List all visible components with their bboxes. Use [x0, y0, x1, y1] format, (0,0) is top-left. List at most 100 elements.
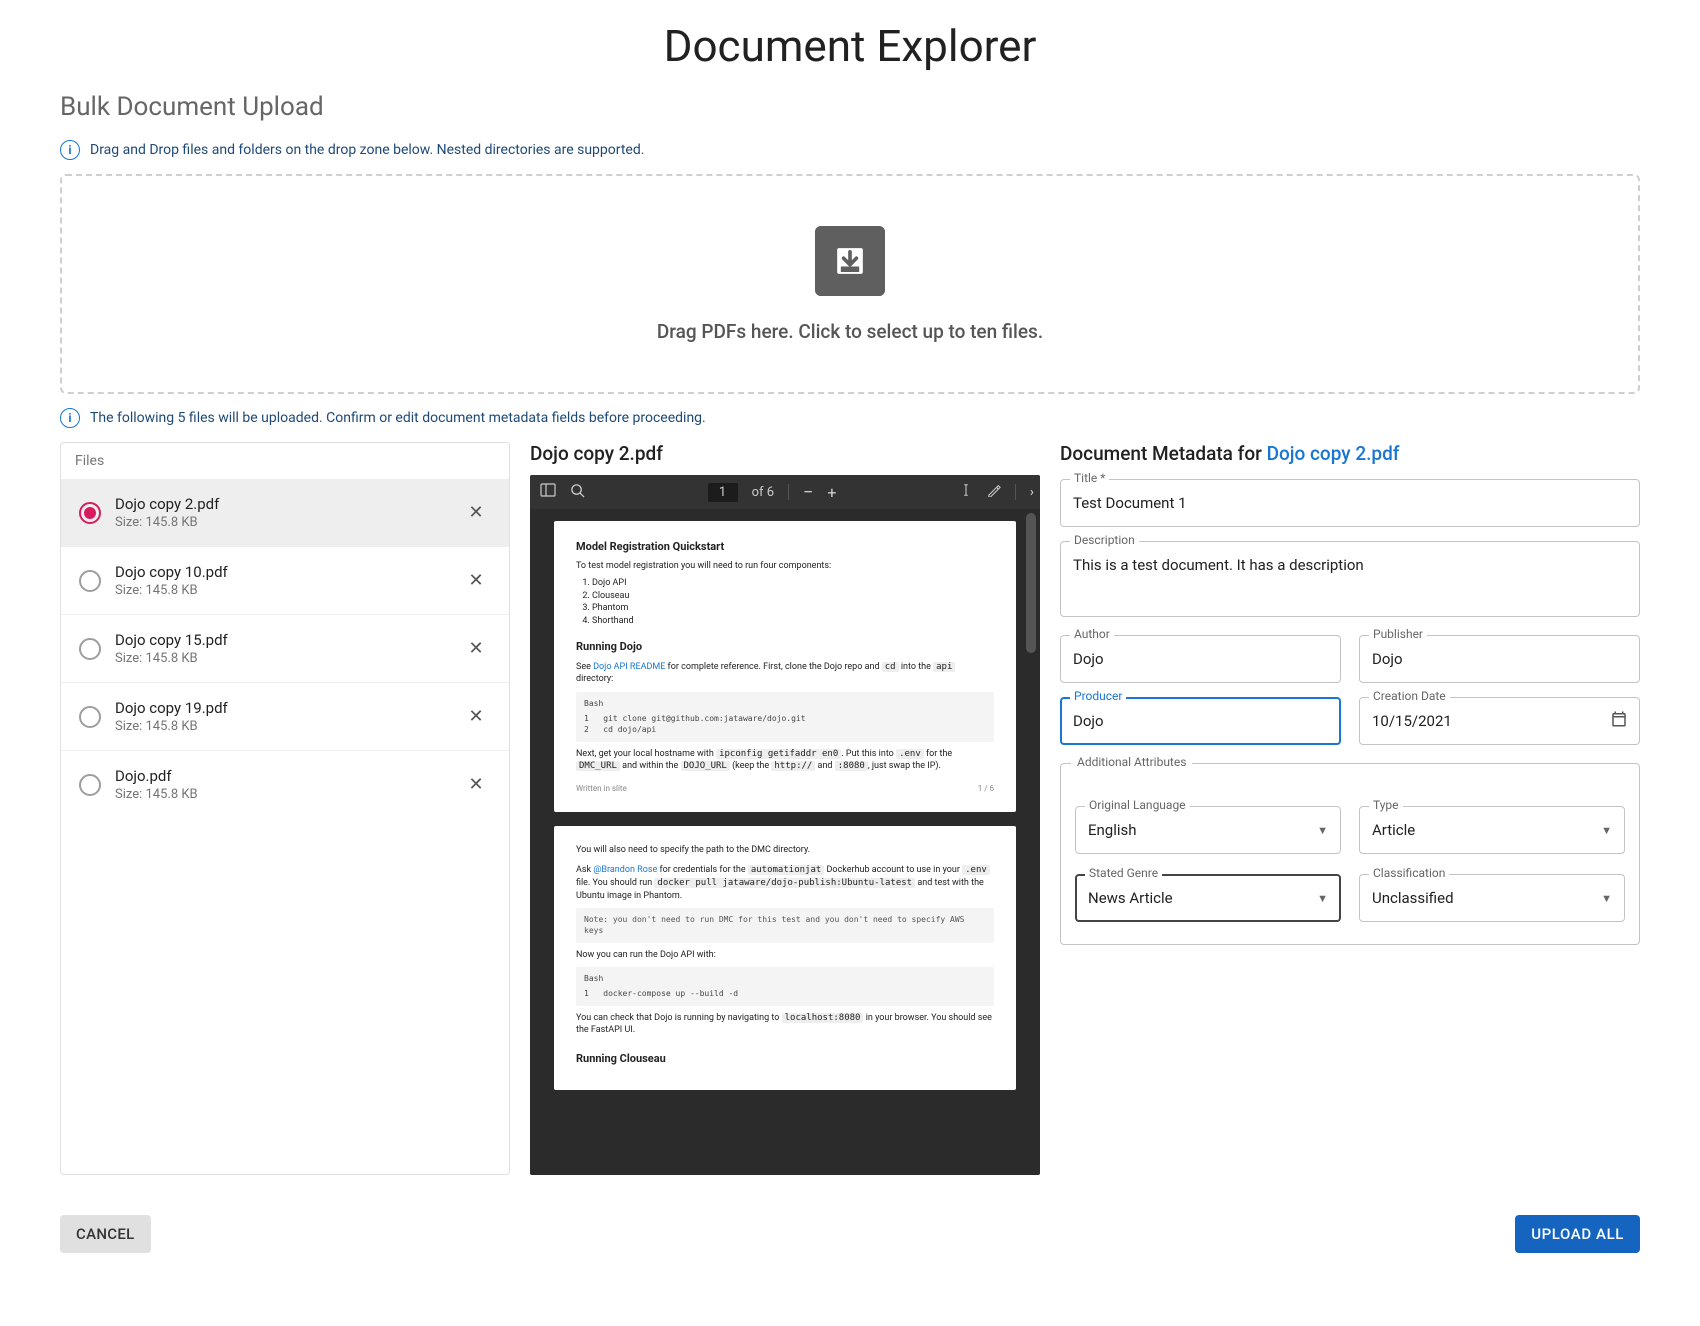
info-drag-drop-text: Drag and Drop files and folders on the d…	[90, 142, 644, 158]
publisher-input[interactable]	[1359, 635, 1640, 683]
pdf-page: You will also need to specify the path t…	[554, 826, 1016, 1090]
close-icon: ✕	[468, 570, 483, 590]
pdf-subheading: Running Dojo	[576, 639, 994, 654]
additional-attributes-label: Additional Attributes	[1071, 755, 1192, 769]
file-item[interactable]: Dojo copy 2.pdf Size: 145.8 KB ✕	[61, 479, 509, 547]
creation-date-label: Creation Date	[1369, 689, 1450, 703]
publisher-field-wrapper: Publisher	[1359, 635, 1640, 683]
metadata-filename-link[interactable]: Dojo copy 2.pdf	[1267, 442, 1400, 465]
pdf-toolbar: 1 of 6 − + ››	[530, 475, 1040, 509]
file-item[interactable]: Dojo.pdf Size: 145.8 KB ✕	[61, 751, 509, 818]
pdf-page: Model Registration Quickstart To test mo…	[554, 521, 1016, 812]
file-name: Dojo copy 19.pdf	[115, 699, 447, 717]
stated-genre-field-wrapper: Stated Genre News Article ▼	[1075, 874, 1341, 922]
note-block: Note: you don't need to run DMC for this…	[576, 908, 994, 942]
original-language-select[interactable]: English ▼	[1075, 806, 1341, 854]
page-title: Document Explorer	[60, 20, 1640, 72]
radio-icon[interactable]	[79, 502, 101, 524]
title-input[interactable]	[1060, 479, 1640, 527]
file-name: Dojo copy 2.pdf	[115, 495, 447, 513]
pdf-footer-right: 1 / 6	[978, 783, 994, 794]
pdf-mention: @Brandon Rose	[593, 865, 657, 875]
chevron-down-icon: ▼	[1317, 892, 1328, 905]
original-language-label: Original Language	[1085, 798, 1190, 812]
publisher-label: Publisher	[1369, 627, 1427, 641]
chevron-down-icon: ▼	[1601, 892, 1612, 905]
description-input[interactable]	[1060, 541, 1640, 617]
chevron-down-icon: ▼	[1317, 824, 1328, 837]
file-size: Size: 145.8 KB	[115, 515, 447, 530]
text-cursor-icon[interactable]	[959, 483, 973, 501]
title-label: Title *	[1070, 471, 1109, 485]
type-value: Article	[1372, 821, 1415, 839]
pdf-text: You can check that Dojo is running by na…	[576, 1012, 994, 1037]
title-field-wrapper: Title *	[1060, 479, 1640, 527]
classification-value: Unclassified	[1372, 889, 1454, 907]
files-header: Files	[61, 443, 509, 479]
radio-icon[interactable]	[79, 774, 101, 796]
radio-icon[interactable]	[79, 570, 101, 592]
zoom-in-icon[interactable]: +	[827, 483, 836, 502]
pdf-text: See Dojo API README for complete referen…	[576, 661, 994, 686]
close-icon: ✕	[468, 706, 483, 726]
producer-input[interactable]	[1060, 697, 1341, 745]
file-name: Dojo.pdf	[115, 767, 447, 785]
stated-genre-select[interactable]: News Article ▼	[1075, 874, 1341, 922]
cancel-button[interactable]: CANCEL	[60, 1215, 151, 1253]
remove-file-button[interactable]: ✕	[461, 634, 491, 664]
classification-label: Classification	[1369, 866, 1449, 880]
close-icon: ✕	[468, 638, 483, 658]
radio-icon[interactable]	[79, 638, 101, 660]
file-item[interactable]: Dojo copy 10.pdf Size: 145.8 KB ✕	[61, 547, 509, 615]
pdf-list-item: Phantom	[592, 602, 994, 615]
pdf-text: Ask @Brandon Rose for credentials for th…	[576, 864, 994, 902]
creation-date-input[interactable]	[1359, 697, 1640, 745]
remove-file-button[interactable]: ✕	[461, 566, 491, 596]
author-input[interactable]	[1060, 635, 1341, 683]
sidebar-toggle-icon[interactable]	[540, 482, 556, 502]
type-field-wrapper: Type Article ▼	[1359, 806, 1625, 854]
pdf-page-current[interactable]: 1	[708, 483, 738, 502]
info-upload-summary: i The following 5 files will be uploaded…	[60, 408, 1640, 428]
preview-title: Dojo copy 2.pdf	[530, 442, 1040, 465]
upload-all-button[interactable]: UPLOAD ALL	[1515, 1215, 1640, 1253]
remove-file-button[interactable]: ✕	[461, 770, 491, 800]
type-label: Type	[1369, 798, 1403, 812]
calendar-icon[interactable]	[1610, 710, 1628, 732]
additional-attributes-fieldset: Additional Attributes Original Language …	[1060, 763, 1640, 945]
pdf-text: Now you can run the Dojo API with:	[576, 949, 994, 962]
classification-field-wrapper: Classification Unclassified ▼	[1359, 874, 1625, 922]
file-size: Size: 145.8 KB	[115, 583, 447, 598]
pdf-heading: Model Registration Quickstart	[576, 539, 994, 554]
file-item[interactable]: Dojo copy 15.pdf Size: 145.8 KB ✕	[61, 615, 509, 683]
pdf-footer-left: Written in slite	[576, 783, 627, 794]
remove-file-button[interactable]: ✕	[461, 702, 491, 732]
creation-date-field-wrapper: Creation Date	[1359, 697, 1640, 745]
zoom-out-icon[interactable]: −	[803, 482, 813, 503]
dropzone[interactable]: Drag PDFs here. Click to select up to te…	[60, 174, 1640, 394]
dropzone-text: Drag PDFs here. Click to select up to te…	[657, 320, 1043, 343]
file-name: Dojo copy 10.pdf	[115, 563, 447, 581]
description-field-wrapper: Description	[1060, 541, 1640, 621]
search-icon[interactable]	[570, 483, 585, 502]
radio-icon[interactable]	[79, 706, 101, 728]
file-size: Size: 145.8 KB	[115, 787, 447, 802]
original-language-value: English	[1088, 821, 1137, 839]
producer-label: Producer	[1070, 689, 1126, 703]
pdf-list-item: Shorthand	[592, 615, 994, 628]
pdf-text: Next, get your local hostname with ipcon…	[576, 748, 994, 773]
pdf-scroll-area[interactable]: Model Registration Quickstart To test mo…	[530, 509, 1040, 1175]
remove-file-button[interactable]: ✕	[461, 498, 491, 528]
pdf-list-item: Dojo API	[592, 577, 994, 590]
code-block: Bash 1 docker-compose up --build -d	[576, 967, 994, 1005]
file-item[interactable]: Dojo copy 19.pdf Size: 145.8 KB ✕	[61, 683, 509, 751]
pdf-text: You will also need to specify the path t…	[576, 844, 994, 857]
classification-select[interactable]: Unclassified ▼	[1359, 874, 1625, 922]
producer-field-wrapper: Producer	[1060, 697, 1341, 745]
scrollbar-thumb[interactable]	[1026, 513, 1036, 653]
close-icon: ✕	[468, 774, 483, 794]
draw-icon[interactable]	[987, 483, 1001, 501]
type-select[interactable]: Article ▼	[1359, 806, 1625, 854]
pdf-subheading: Running Clouseau	[576, 1051, 994, 1066]
pdf-list-item: Clouseau	[592, 590, 994, 603]
